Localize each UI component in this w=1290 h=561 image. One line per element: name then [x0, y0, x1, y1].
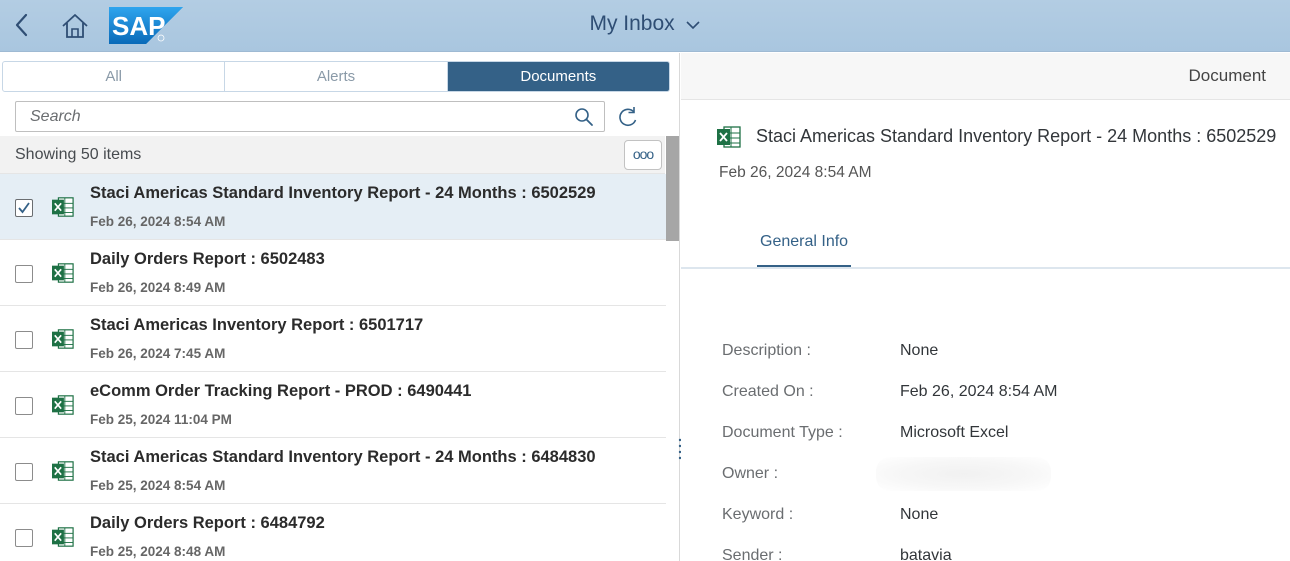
detail-header: Document — [681, 53, 1290, 100]
list-item[interactable]: Staci Americas Standard Inventory Report… — [0, 438, 666, 504]
item-title: Staci Americas Standard Inventory Report… — [90, 448, 596, 466]
list-item[interactable]: Staci Americas Inventory Report : 650171… — [0, 306, 666, 372]
field-value: batavia — [900, 547, 952, 561]
item-checkbox[interactable] — [15, 463, 33, 481]
page-title[interactable]: My Inbox — [0, 12, 1290, 36]
item-checkbox[interactable] — [15, 199, 33, 217]
item-date: Feb 25, 2024 11:04 PM — [90, 412, 232, 427]
field-label: Sender : — [722, 547, 783, 561]
tab-general-info[interactable]: General Info — [757, 230, 852, 268]
checkmark-icon — [18, 202, 30, 214]
excel-file-icon — [52, 461, 74, 481]
object-date: Feb 26, 2024 8:54 AM — [719, 164, 872, 181]
item-checkbox[interactable] — [15, 397, 33, 415]
form-field: Document Type : Microsoft Excel — [681, 424, 1290, 454]
item-title: Staci Americas Standard Inventory Report… — [90, 184, 596, 202]
list-item[interactable]: Daily Orders Report : 6484792 Feb 25, 202… — [0, 504, 666, 561]
item-count-text: Showing 50 items — [15, 146, 142, 163]
item-date: Feb 25, 2024 8:54 AM — [90, 478, 226, 493]
object-title: Staci Americas Standard Inventory Report… — [756, 126, 1277, 146]
field-label: Created On : — [722, 383, 814, 400]
item-title: Staci Americas Inventory Report : 650171… — [90, 316, 424, 334]
field-label: Owner : — [722, 465, 779, 482]
chevron-down-icon — [685, 12, 701, 36]
master-panel: All Alerts Documents Showing 50 items oo… — [0, 53, 680, 561]
item-date: Feb 26, 2024 7:45 AM — [90, 346, 226, 361]
tab-all[interactable]: All — [3, 62, 226, 91]
object-header: Staci Americas Standard Inventory Report… — [681, 100, 1290, 268]
form-field: Description : None — [681, 342, 1290, 372]
form-field: Owner : — [681, 457, 1290, 495]
shell-bar: SAP My Inbox — [0, 0, 1290, 52]
excel-file-icon — [52, 527, 74, 547]
excel-file-icon — [717, 126, 741, 148]
scrollbar-thumb[interactable] — [666, 136, 679, 241]
item-date: Feb 26, 2024 8:54 AM — [90, 214, 226, 229]
search-input[interactable] — [16, 102, 566, 131]
item-title: Daily Orders Report : 6484792 — [90, 514, 325, 532]
item-title: eComm Order Tracking Report - PROD : 649… — [90, 382, 472, 400]
excel-file-icon — [52, 263, 74, 283]
excel-file-icon — [52, 329, 74, 349]
field-value: None — [900, 506, 939, 523]
field-label: Document Type : — [722, 424, 843, 441]
item-checkbox[interactable] — [15, 529, 33, 547]
excel-file-icon — [52, 197, 74, 217]
field-value: Microsoft Excel — [900, 424, 1009, 441]
more-options-icon: ooo — [632, 146, 654, 162]
tab-documents[interactable]: Documents — [447, 62, 669, 91]
list-item[interactable]: Staci Americas Standard Inventory Report… — [0, 174, 666, 240]
refresh-icon[interactable] — [617, 105, 639, 129]
search-icon[interactable] — [574, 107, 594, 127]
field-value: Feb 26, 2024 8:54 AM — [900, 383, 1058, 400]
list-scrollbar[interactable] — [666, 136, 679, 561]
search-field — [15, 101, 605, 132]
filter-segmented-button: All Alerts Documents — [2, 61, 670, 92]
item-date: Feb 26, 2024 8:49 AM — [90, 280, 226, 295]
detail-panel: Document Staci Americas Standard Invento… — [681, 53, 1290, 561]
page-title-text: My Inbox — [589, 12, 675, 35]
form-field: Sender : batavia — [681, 547, 1290, 561]
more-options-button[interactable]: ooo — [624, 140, 662, 170]
detail-header-title: Document — [1188, 66, 1266, 85]
form-field: Created On : Feb 26, 2024 8:54 AM — [681, 383, 1290, 413]
field-value: None — [900, 342, 939, 359]
list-info-toolbar: Showing 50 items ooo — [0, 136, 665, 174]
item-checkbox[interactable] — [15, 331, 33, 349]
document-list: Staci Americas Standard Inventory Report… — [0, 174, 666, 561]
excel-file-icon — [52, 395, 74, 415]
item-date: Feb 25, 2024 8:48 AM — [90, 544, 226, 559]
redacted-owner-value — [876, 457, 1051, 491]
item-title: Daily Orders Report : 6502483 — [90, 250, 325, 268]
form-field: Keyword : None — [681, 506, 1290, 536]
field-label: Keyword : — [722, 506, 794, 523]
item-checkbox[interactable] — [15, 265, 33, 283]
field-label: Description : — [722, 342, 811, 359]
tab-bar-divider — [681, 267, 1290, 269]
list-item[interactable]: Daily Orders Report : 6502483 Feb 26, 202… — [0, 240, 666, 306]
list-item[interactable]: eComm Order Tracking Report - PROD : 649… — [0, 372, 666, 438]
tab-alerts[interactable]: Alerts — [225, 62, 448, 91]
